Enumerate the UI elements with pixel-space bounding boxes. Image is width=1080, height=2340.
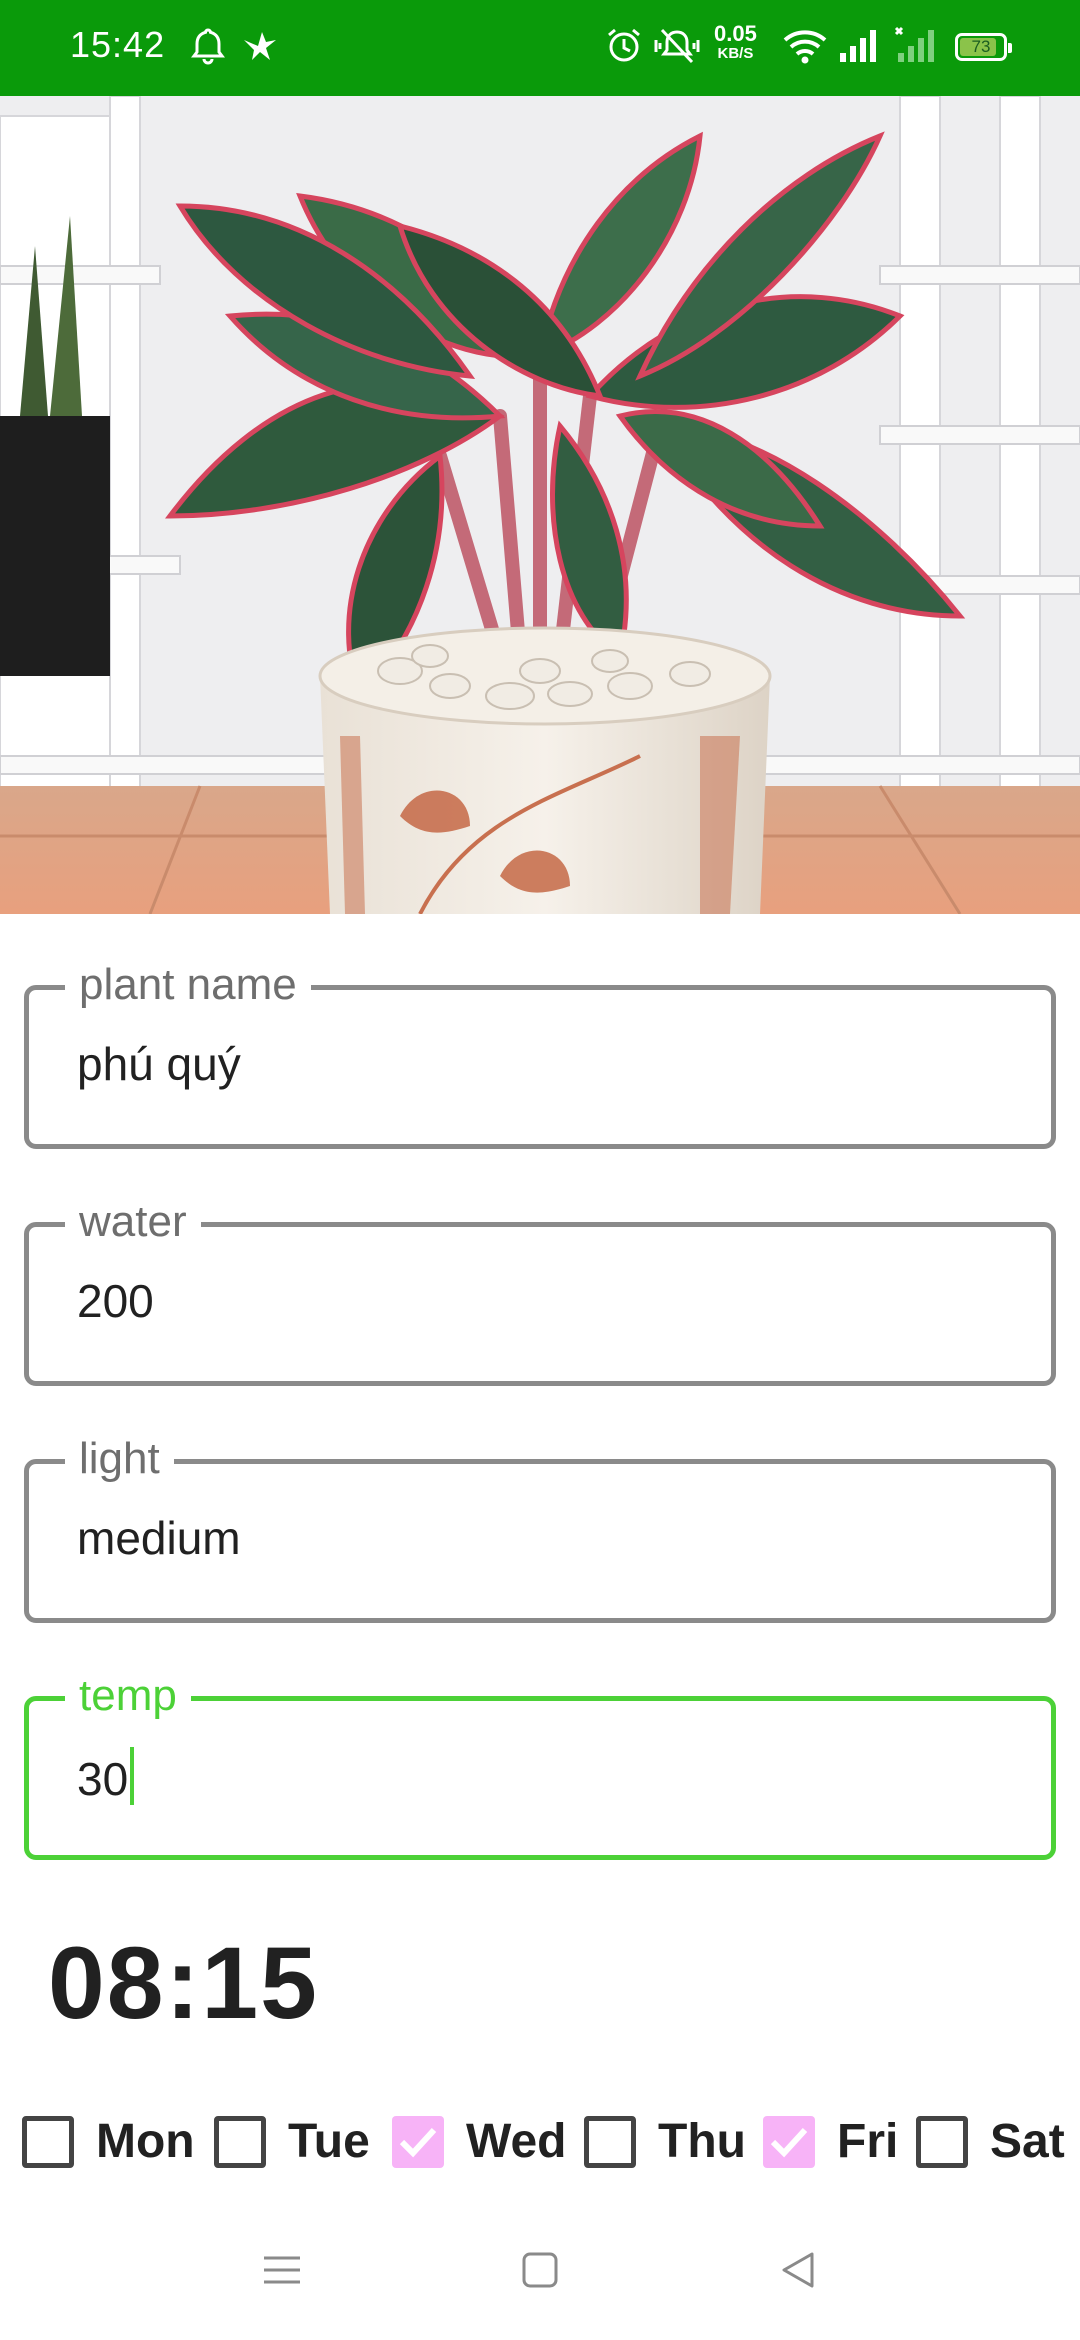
check-icon	[399, 2127, 437, 2158]
plant-name-value: phú quý	[77, 1038, 241, 1090]
text-caret	[130, 1747, 135, 1805]
checkbox-thu[interactable]	[584, 2116, 636, 2168]
light-value: medium	[77, 1512, 241, 1564]
day-label-wed: Wed	[466, 2115, 567, 2168]
status-time: 15:42	[70, 24, 166, 65]
plant-name-label: plant name	[65, 960, 311, 1010]
day-label-fri: Fri	[837, 2115, 899, 2168]
bird-icon	[240, 26, 280, 71]
checkbox-fri[interactable]	[763, 2116, 815, 2168]
wifi-icon	[783, 26, 827, 71]
water-label: water	[65, 1197, 201, 1247]
signal-no-service-icon	[894, 26, 938, 71]
network-speed-value: 0.05	[714, 21, 757, 46]
signal-icon	[838, 26, 878, 71]
check-icon	[770, 2127, 808, 2158]
day-label-thu: Thu	[658, 2115, 746, 2168]
alarm-icon	[604, 26, 644, 71]
temp-value: 30	[77, 1753, 129, 1805]
checkbox-mon[interactable]	[22, 2116, 74, 2168]
checkbox-tue[interactable]	[214, 2116, 266, 2168]
day-label-sat: Sat	[990, 2115, 1065, 2168]
temp-field[interactable]: temp 30	[24, 1671, 1056, 1860]
network-speed-unit: KB/S	[717, 45, 754, 62]
battery-icon: 73	[955, 33, 1012, 61]
temp-value-wrap: 30	[77, 1747, 135, 1807]
bell-icon	[188, 26, 228, 71]
network-speed: 0.05 KB/S	[714, 21, 757, 64]
light-label: light	[65, 1434, 174, 1484]
day-label-tue: Tue	[288, 2115, 370, 2168]
plant-photo	[0, 96, 1080, 914]
battery-level: 73	[971, 37, 991, 56]
plant-name-field[interactable]: plant name phú quý	[24, 960, 1056, 1149]
alarm-time[interactable]: 08:15	[48, 1925, 319, 2042]
water-value: 200	[77, 1275, 154, 1327]
status-bar: 15:42 0.05 KB/S 73	[0, 0, 1080, 96]
checkbox-sat[interactable]	[916, 2116, 968, 2168]
back-icon[interactable]	[778, 2250, 818, 2295]
menu-icon[interactable]	[262, 2250, 302, 2295]
light-field[interactable]: light medium	[24, 1434, 1056, 1623]
temp-label: temp	[65, 1671, 191, 1721]
day-label-mon: Mon	[96, 2115, 195, 2168]
vibrate-icon	[652, 26, 702, 71]
home-icon[interactable]	[520, 2250, 560, 2295]
water-field[interactable]: water 200	[24, 1197, 1056, 1386]
checkbox-wed[interactable]	[392, 2116, 444, 2168]
